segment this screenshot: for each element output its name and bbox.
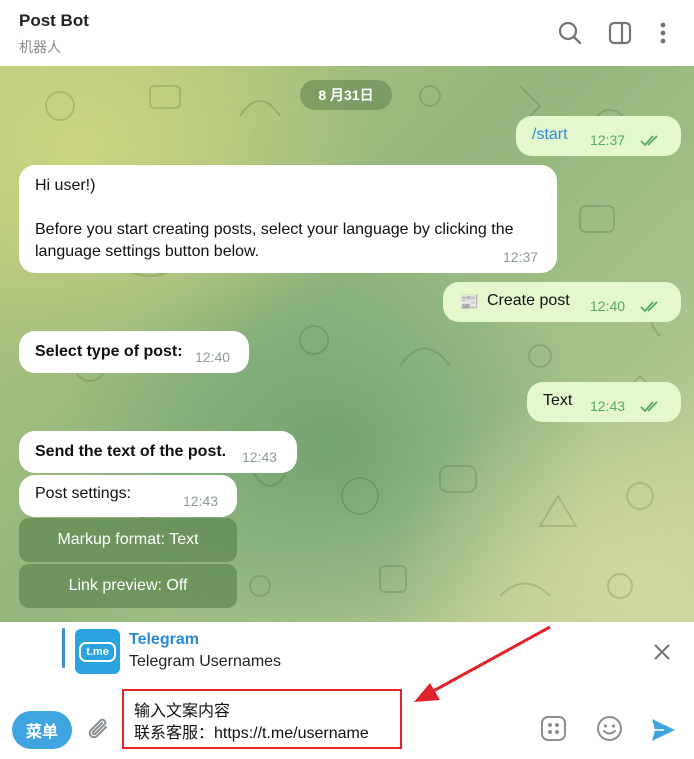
preview-accent-line [62,628,65,668]
preview-title: Telegram [129,631,199,648]
newspaper-icon: 📰 [459,294,479,311]
chat-title[interactable]: Post Bot [19,11,89,31]
tme-logo-text: t.me [79,641,116,662]
message-incoming[interactable]: Post settings: 12:43 [19,475,237,517]
message-text: Select type of post: [35,343,183,360]
message-input-line: 输入文案内容 [134,703,231,720]
read-checks-icon [640,301,658,313]
message-text: Post settings: [35,485,132,502]
message-incoming[interactable]: Hi user!) Before you start creating post… [19,165,557,273]
message-text: Send the text of the post. [35,443,227,460]
close-icon[interactable] [652,642,672,662]
message-text: Text [543,392,573,409]
read-checks-icon [640,135,658,147]
chat-area[interactable]: 8 月31日 /start 12:37 Hi user!) Before you… [0,66,694,622]
more-vertical-icon[interactable] [650,20,676,46]
read-checks-icon [640,401,658,413]
link-preview-button[interactable]: Link preview: Off [19,564,237,608]
bot-commands-icon[interactable] [540,715,567,742]
preview-subtitle: Telegram Usernames [129,653,282,670]
message-input[interactable]: 输入文案内容 联系客服：https://t.me/username [122,689,402,749]
markup-format-button[interactable]: Markup format: Text [19,518,237,562]
message-incoming[interactable]: Send the text of the post. 12:43 [19,431,297,473]
message-time: 12:43 [590,398,626,414]
message-input-line: 联系客服：https://t.me/username [134,725,369,742]
message-outgoing[interactable]: Text 12:43 [527,382,681,422]
message-time: 12:40 [590,298,626,314]
message-outgoing[interactable]: /start 12:37 [516,116,681,156]
message-time: 12:37 [503,249,539,265]
tme-logo: t.me [75,629,120,674]
paperclip-icon[interactable] [88,718,112,744]
message-time: 12:43 [242,449,278,465]
menu-button[interactable]: 菜单 [12,711,72,749]
sidebar-toggle-icon[interactable] [607,20,633,46]
message-time: 12:37 [590,132,626,148]
link-preview-bar: t.me Telegram Telegram Usernames [0,622,694,684]
message-time: 12:43 [183,493,219,509]
message-time: 12:40 [195,349,231,365]
message-incoming[interactable]: Select type of post: 12:40 [19,331,249,373]
message-text: Create post [487,292,570,309]
composer-bar: 菜单 输入文案内容 联系客服：https://t.me/username [0,684,694,759]
chat-header: Post Bot 机器人 [0,0,694,66]
message-text[interactable]: /start [532,126,568,144]
send-icon[interactable] [650,717,677,743]
search-icon[interactable] [557,20,583,46]
chat-subtitle: 机器人 [19,39,61,55]
message-text: Before you start creating posts, select … [35,221,514,260]
message-outgoing[interactable]: 📰 Create post 12:40 [443,282,681,322]
date-separator: 8 月31日 [300,80,392,110]
message-greeting: Hi user!) [35,177,96,194]
emoji-icon[interactable] [596,715,623,742]
